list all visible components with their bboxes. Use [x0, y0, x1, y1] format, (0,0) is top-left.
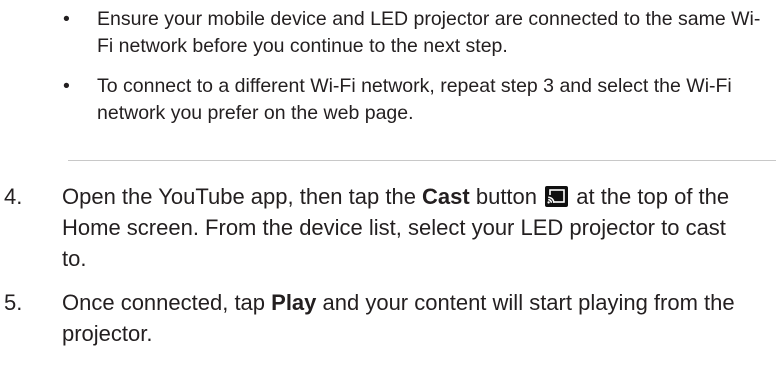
steps-list: 4. Open the YouTube app, then tap the Ca…	[0, 181, 776, 349]
step-number: 5.	[4, 290, 23, 315]
step-text-part: button	[469, 184, 544, 209]
step-text-part: Once connected, tap	[62, 290, 272, 315]
step-text: Open the YouTube app, then tap the Cast …	[62, 184, 729, 271]
bullet: •	[63, 8, 70, 30]
step-4: 4. Open the YouTube app, then tap the Ca…	[0, 181, 776, 274]
note-block: • Ensure your mobile device and LED proj…	[58, 0, 776, 127]
step-text: Once connected, tap Play and your conten…	[62, 290, 735, 346]
note-text: Ensure your mobile device and LED projec…	[97, 8, 761, 57]
divider	[68, 160, 776, 161]
step-text-part: Open the YouTube app, then tap the	[62, 184, 423, 209]
note-item: • Ensure your mobile device and LED proj…	[58, 0, 776, 60]
bullet: •	[63, 75, 70, 97]
step-5: 5. Once connected, tap Play and your con…	[0, 287, 776, 349]
note-item: • To connect to a different Wi-Fi networ…	[58, 73, 776, 127]
cast-label: Cast	[422, 184, 470, 209]
step-number: 4.	[4, 184, 23, 209]
play-label: Play	[271, 290, 317, 315]
cast-icon	[545, 186, 569, 207]
note-text: To connect to a different Wi-Fi network,…	[97, 75, 732, 124]
